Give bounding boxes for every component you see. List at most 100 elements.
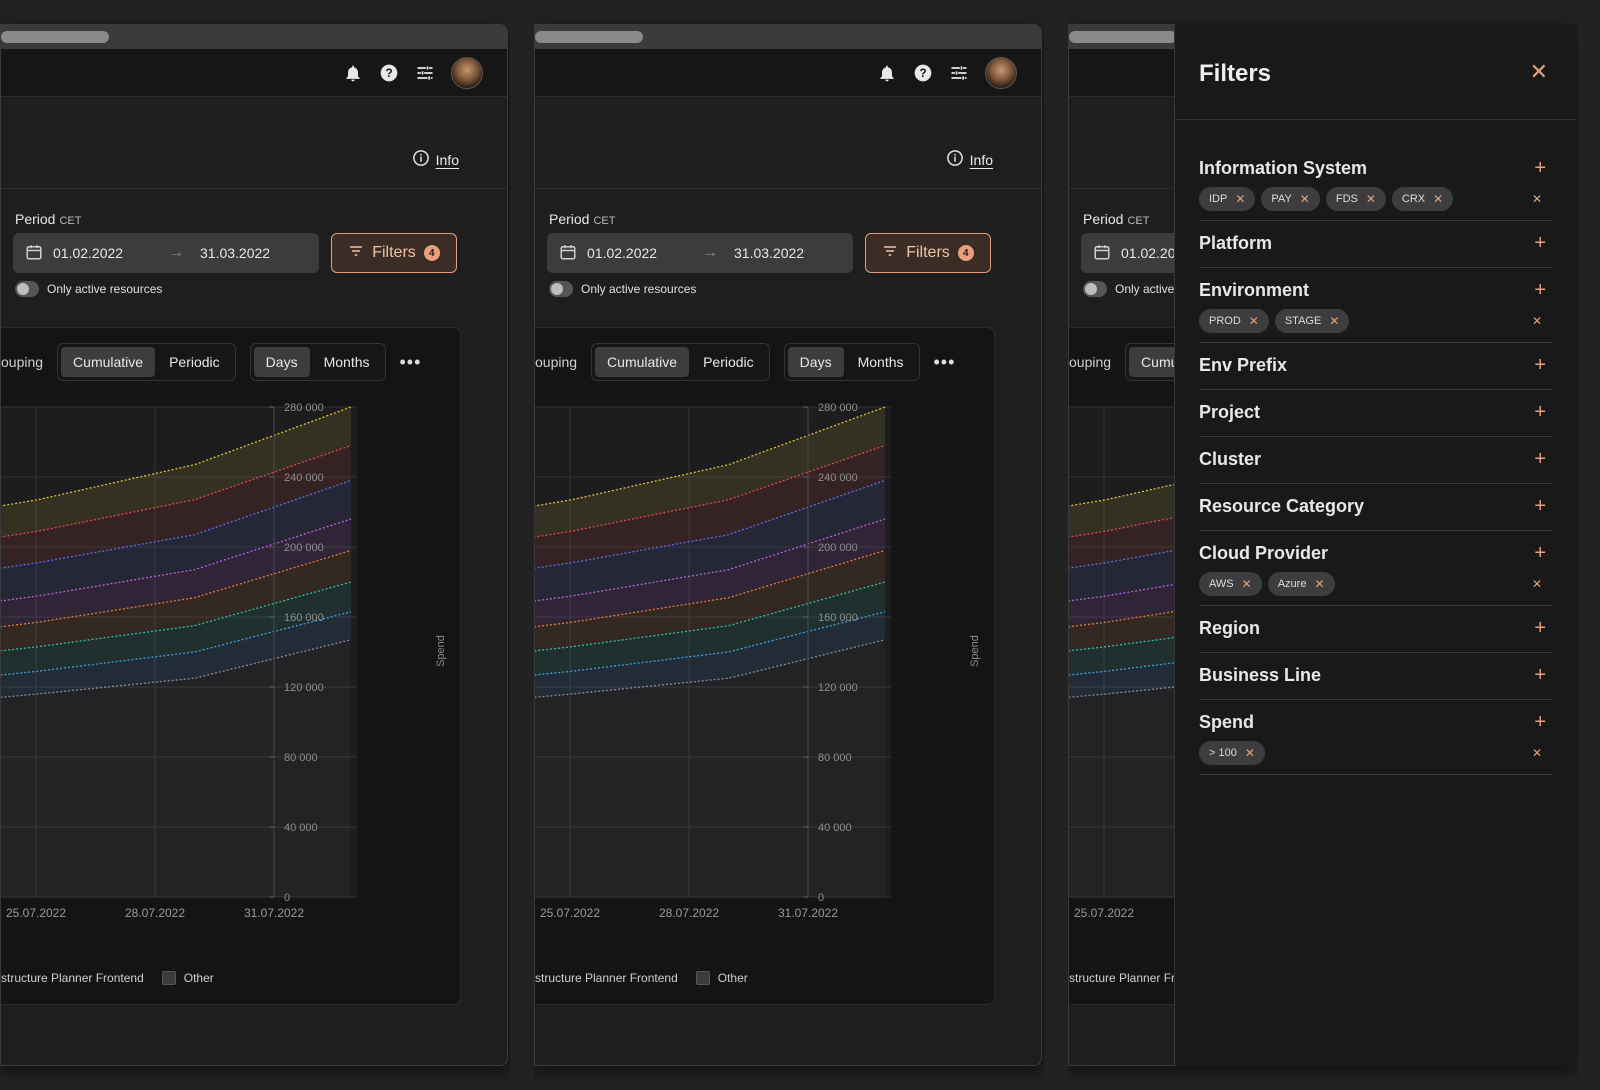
avatar[interactable] bbox=[985, 57, 1017, 89]
filter-icon bbox=[882, 243, 898, 264]
chip-remove-icon[interactable]: ✕ bbox=[1245, 746, 1255, 760]
bell-icon[interactable] bbox=[343, 63, 363, 83]
chip-remove-icon[interactable]: ✕ bbox=[1242, 577, 1252, 591]
x-tick-label: 25.07.2022 bbox=[1074, 906, 1134, 920]
clear-group-icon[interactable]: ✕ bbox=[1532, 746, 1542, 760]
only-active-toggle[interactable]: Only active resources bbox=[549, 281, 696, 297]
end-date[interactable]: 31.03.2022 bbox=[734, 245, 804, 261]
chip-remove-icon[interactable]: ✕ bbox=[1433, 192, 1443, 206]
close-icon[interactable]: ✕ bbox=[1530, 59, 1548, 85]
legend-swatch-other bbox=[161, 971, 176, 985]
toggle-switch[interactable] bbox=[1083, 281, 1107, 297]
info-link[interactable]: Info bbox=[412, 149, 459, 170]
grouping-label[interactable]: ouping bbox=[1, 354, 43, 370]
filter-group-header[interactable]: Platform + bbox=[1199, 227, 1552, 259]
period-title: Period bbox=[15, 211, 56, 227]
settings-sliders-icon[interactable] bbox=[415, 63, 435, 83]
filter-group-business-line: Business Line + bbox=[1199, 653, 1552, 700]
cumulative-option[interactable]: Cumulative bbox=[61, 347, 156, 377]
filter-group-header[interactable]: Cloud Provider + bbox=[1199, 537, 1552, 569]
y-tick-label: 240 000 bbox=[284, 472, 324, 484]
help-icon[interactable]: ? bbox=[379, 63, 399, 83]
add-icon[interactable]: + bbox=[1534, 157, 1546, 180]
scrollbar-thumb[interactable] bbox=[1, 31, 109, 43]
add-icon[interactable]: + bbox=[1534, 542, 1546, 565]
grouping-label[interactable]: ouping bbox=[535, 354, 577, 370]
only-active-toggle[interactable]: Only active resources bbox=[15, 281, 162, 297]
days-option[interactable]: Days bbox=[253, 347, 310, 377]
chip-remove-icon[interactable]: ✕ bbox=[1235, 192, 1245, 206]
horizontal-scrollbar[interactable] bbox=[1, 25, 507, 49]
add-icon[interactable]: + bbox=[1534, 448, 1546, 471]
cumulative-option[interactable]: Cumulative bbox=[595, 347, 690, 377]
legend-item-planner-frontend[interactable]: structure Planner Fr bbox=[1069, 971, 1175, 985]
filters-button[interactable]: Filters 4 bbox=[331, 233, 457, 273]
chip-remove-icon[interactable]: ✕ bbox=[1366, 192, 1376, 206]
periodic-option[interactable]: Periodic bbox=[157, 347, 232, 377]
toolbar-icons: ? bbox=[877, 57, 1017, 89]
legend-item-other[interactable]: Other bbox=[184, 971, 214, 985]
info-link[interactable]: Info bbox=[946, 149, 993, 170]
add-icon[interactable]: + bbox=[1534, 664, 1546, 687]
add-icon[interactable]: + bbox=[1534, 495, 1546, 518]
add-icon[interactable]: + bbox=[1534, 279, 1546, 302]
y-tick-label: 40 000 bbox=[284, 822, 318, 834]
add-icon[interactable]: + bbox=[1534, 617, 1546, 640]
horizontal-scrollbar[interactable] bbox=[535, 25, 1041, 49]
periodic-option[interactable]: Periodic bbox=[691, 347, 766, 377]
granularity-segmented-control: DaysMonths bbox=[783, 343, 920, 381]
settings-sliders-icon[interactable] bbox=[949, 63, 969, 83]
days-option[interactable]: Days bbox=[787, 347, 844, 377]
filter-group-header[interactable]: Project + bbox=[1199, 396, 1552, 428]
months-option[interactable]: Months bbox=[846, 347, 916, 377]
scrollbar-thumb[interactable] bbox=[1069, 31, 1177, 43]
clear-group-icon[interactable]: ✕ bbox=[1532, 192, 1542, 206]
filter-group-name: Information System bbox=[1199, 157, 1368, 178]
bell-icon[interactable] bbox=[877, 63, 897, 83]
clear-group-icon[interactable]: ✕ bbox=[1532, 577, 1542, 591]
end-date[interactable]: 31.03.2022 bbox=[200, 245, 270, 261]
start-date[interactable]: 01.02.2022 bbox=[587, 245, 702, 261]
date-range-picker[interactable]: 01.02.2022→ 31.03.2022 bbox=[13, 233, 319, 273]
legend-item-other[interactable]: Other bbox=[718, 971, 748, 985]
clear-group-icon[interactable]: ✕ bbox=[1532, 314, 1542, 328]
filter-group-header[interactable]: Resource Category + bbox=[1199, 490, 1552, 522]
filter-group-header[interactable]: Env Prefix + bbox=[1199, 349, 1552, 381]
filter-group-header[interactable]: Spend + bbox=[1199, 706, 1552, 738]
filter-group-header[interactable]: Business Line + bbox=[1199, 659, 1552, 691]
date-range-picker[interactable]: 01.02.2022→ 31.03.2022 bbox=[547, 233, 853, 273]
chip-remove-icon[interactable]: ✕ bbox=[1249, 314, 1259, 328]
chip-remove-icon[interactable]: ✕ bbox=[1314, 577, 1324, 591]
filters-button[interactable]: Filters 4 bbox=[865, 233, 991, 273]
add-icon[interactable]: + bbox=[1534, 354, 1546, 377]
chip-label: FDS bbox=[1335, 193, 1358, 205]
filter-group-header[interactable]: Region + bbox=[1199, 612, 1552, 644]
help-icon[interactable]: ? bbox=[913, 63, 933, 83]
add-icon[interactable]: + bbox=[1534, 401, 1546, 424]
x-tick-label: 28.07.2022 bbox=[659, 906, 719, 920]
grouping-label[interactable]: ouping bbox=[1069, 354, 1111, 370]
chip-label: Azure bbox=[1277, 578, 1307, 590]
mode-segmented-control: CumulativePeriodic bbox=[591, 343, 770, 381]
scrollbar-thumb[interactable] bbox=[535, 31, 643, 43]
y-tick-label: 240 000 bbox=[818, 472, 858, 484]
toggle-switch[interactable] bbox=[549, 281, 573, 297]
filter-group-header[interactable]: Cluster + bbox=[1199, 443, 1552, 475]
filter-chips: AWS ✕ Azure ✕ ✕ bbox=[1199, 571, 1552, 597]
filter-group-header[interactable]: Environment + bbox=[1199, 274, 1552, 306]
chip-remove-icon[interactable]: ✕ bbox=[1300, 192, 1310, 206]
start-date[interactable]: 01.02.2022 bbox=[53, 245, 168, 261]
legend-item-planner-frontend[interactable]: structure Planner Frontend bbox=[1, 971, 144, 985]
months-option[interactable]: Months bbox=[312, 347, 382, 377]
chip-remove-icon[interactable]: ✕ bbox=[1329, 314, 1339, 328]
more-options-icon[interactable]: ••• bbox=[400, 352, 422, 373]
timezone-label: CET bbox=[1127, 215, 1150, 227]
legend-item-planner-frontend[interactable]: structure Planner Frontend bbox=[535, 971, 678, 985]
avatar[interactable] bbox=[451, 57, 483, 89]
more-options-icon[interactable]: ••• bbox=[934, 352, 956, 373]
toggle-switch[interactable] bbox=[15, 281, 39, 297]
filter-group-header[interactable]: Information System + bbox=[1199, 152, 1552, 184]
filters-label: Filters bbox=[372, 244, 416, 261]
add-icon[interactable]: + bbox=[1534, 711, 1546, 734]
add-icon[interactable]: + bbox=[1534, 232, 1546, 255]
